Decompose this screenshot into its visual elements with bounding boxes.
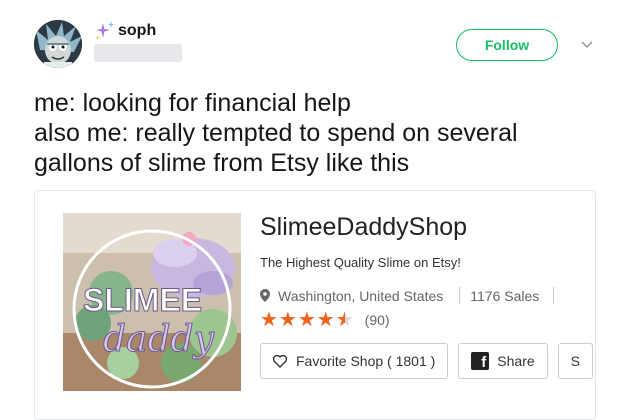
- blurred-username-handle: [94, 44, 182, 62]
- shop-meta-row: Washington, United States 1176 Sales: [260, 287, 555, 304]
- share-label: Share: [497, 353, 535, 369]
- share-button[interactable]: f Share: [458, 343, 548, 379]
- shop-location: Washington, United States: [278, 287, 444, 304]
- favorite-shop-label: Favorite Shop ( 1801 ): [296, 353, 436, 369]
- heart-icon: [273, 354, 287, 368]
- display-name: soph: [118, 22, 157, 39]
- favorite-shop-button[interactable]: Favorite Shop ( 1801 ): [260, 343, 449, 379]
- chevron-down-icon[interactable]: [580, 38, 594, 52]
- location-pin-icon: [260, 289, 270, 302]
- shop-name[interactable]: SlimeeDaddyShop: [260, 213, 467, 242]
- rating-row[interactable]: ★★★★★ ★★★★★ (90): [260, 309, 390, 331]
- user-avatar[interactable]: [34, 20, 82, 68]
- etsy-shop-card[interactable]: SLIMEE daddy SlimeeDaddyShop The Highest…: [34, 190, 596, 420]
- tweet-line: gallons of slime from Etsy like this: [34, 149, 410, 177]
- meta-divider: [553, 287, 555, 304]
- shop-sales: 1176 Sales: [470, 287, 540, 304]
- star-rating-filled: ★★★★★: [260, 309, 345, 331]
- logo-word-1: SLIMEE: [83, 282, 202, 318]
- cartoon-avatar-icon: [34, 20, 82, 68]
- logo-word-2: daddy: [103, 319, 215, 360]
- review-count: (90): [364, 312, 390, 328]
- shop-logo-image: SLIMEE daddy: [63, 213, 241, 391]
- tweet-line: me: looking for financial help: [34, 89, 351, 117]
- tweet-line: also me: really tempted to spend on seve…: [34, 119, 518, 147]
- star-rating: ★★★★★ ★★★★★: [260, 309, 355, 331]
- card-button-row: Favorite Shop ( 1801 ) f Share S: [260, 343, 595, 379]
- meta-divider: [459, 287, 461, 304]
- third-action-label: S: [570, 353, 580, 369]
- third-action-button[interactable]: S: [557, 343, 593, 379]
- tweet-text: me: looking for financial help also me: …: [34, 88, 614, 178]
- sparkle-icon: [95, 21, 115, 40]
- follow-button[interactable]: Follow: [456, 29, 558, 61]
- facebook-icon: f: [471, 352, 490, 370]
- shop-tagline: The Highest Quality Slime on Etsy!: [260, 255, 461, 270]
- user-name-row[interactable]: soph: [94, 20, 156, 42]
- shop-image[interactable]: SLIMEE daddy: [63, 213, 241, 391]
